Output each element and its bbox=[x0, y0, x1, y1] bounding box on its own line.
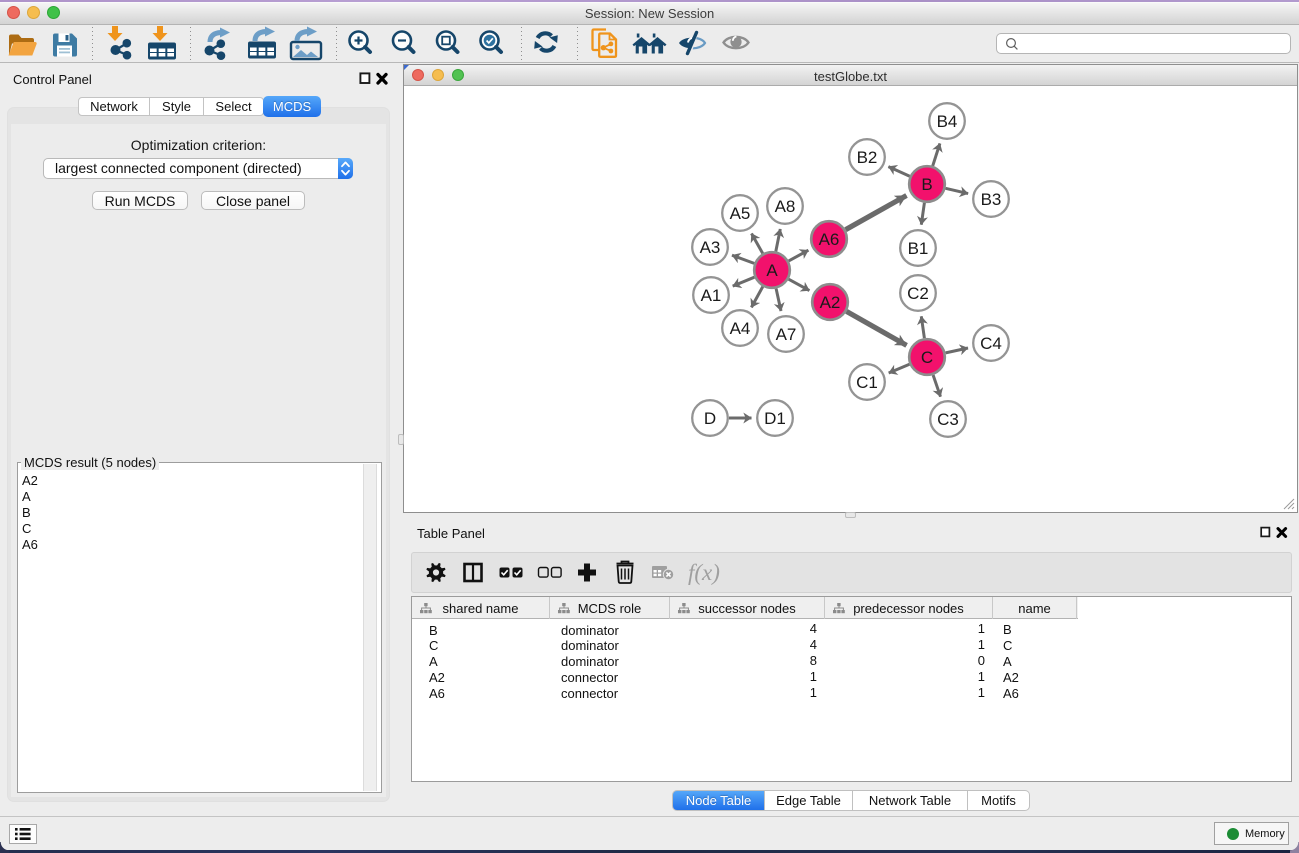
svg-text:B2: B2 bbox=[857, 148, 878, 167]
svg-text:C: C bbox=[921, 348, 933, 367]
svg-text:A3: A3 bbox=[700, 238, 721, 257]
svg-text:D: D bbox=[704, 409, 716, 428]
svg-text:C4: C4 bbox=[980, 334, 1002, 353]
svg-text:C2: C2 bbox=[907, 284, 929, 303]
svg-text:A7: A7 bbox=[776, 325, 797, 344]
svg-text:A5: A5 bbox=[730, 204, 751, 223]
svg-text:A8: A8 bbox=[775, 197, 796, 216]
svg-text:A2: A2 bbox=[820, 293, 841, 312]
svg-text:B: B bbox=[921, 175, 932, 194]
svg-text:C3: C3 bbox=[937, 410, 959, 429]
svg-text:f(x): f(x) bbox=[688, 560, 720, 585]
svg-text:B3: B3 bbox=[981, 190, 1002, 209]
svg-text:A1: A1 bbox=[701, 286, 722, 305]
svg-text:D1: D1 bbox=[764, 409, 786, 428]
svg-text:C1: C1 bbox=[856, 373, 878, 392]
svg-text:B1: B1 bbox=[908, 239, 929, 258]
svg-text:A: A bbox=[766, 261, 778, 280]
svg-text:A4: A4 bbox=[730, 319, 751, 338]
svg-text:A6: A6 bbox=[819, 230, 840, 249]
svg-text:B4: B4 bbox=[937, 112, 958, 131]
